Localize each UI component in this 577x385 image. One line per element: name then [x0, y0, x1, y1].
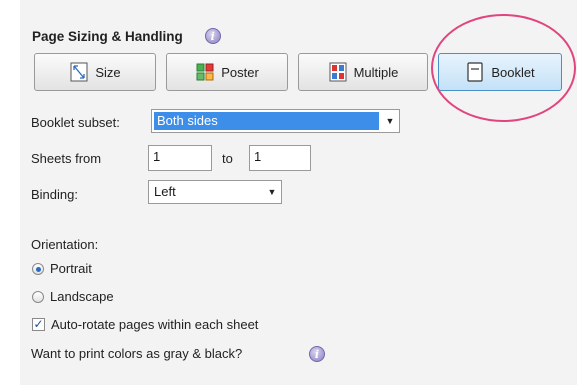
portrait-radio[interactable]: [32, 263, 44, 275]
sheets-to-label: to: [222, 151, 233, 166]
booklet-subset-select[interactable]: Both sides ▼: [151, 109, 400, 133]
portrait-label[interactable]: Portrait: [50, 261, 92, 276]
info-icon[interactable]: i: [309, 346, 325, 362]
multiple-icon: [329, 62, 347, 82]
landscape-label[interactable]: Landscape: [50, 289, 114, 304]
booklet-icon: [467, 62, 483, 82]
gray-print-question: Want to print colors as gray & black?: [31, 346, 243, 361]
landscape-radio[interactable]: [32, 291, 44, 303]
booklet-button[interactable]: Booklet: [438, 53, 562, 91]
booklet-subset-label: Booklet subset:: [31, 115, 120, 130]
orientation-label: Orientation:: [31, 237, 99, 252]
booklet-subset-value: Both sides: [157, 113, 218, 128]
dropdown-arrow-icon[interactable]: ▼: [381, 110, 399, 132]
multiple-button-label: Multiple: [353, 64, 399, 80]
sheets-from-label: Sheets from: [31, 151, 102, 166]
auto-rotate-label[interactable]: Auto-rotate pages within each sheet: [51, 317, 258, 332]
size-button[interactable]: Size: [34, 53, 156, 91]
binding-select[interactable]: Left ▼: [148, 180, 282, 204]
section-header: Page Sizing & Handling i: [32, 28, 221, 44]
sheets-to-input[interactable]: 1: [249, 145, 311, 171]
booklet-button-label: Booklet: [491, 64, 535, 80]
binding-label: Binding:: [31, 187, 78, 202]
size-button-label: Size: [95, 64, 121, 80]
poster-button[interactable]: Poster: [166, 53, 288, 91]
binding-value: Left: [154, 184, 176, 199]
size-icon: [70, 62, 88, 82]
poster-icon: [196, 63, 214, 81]
sheets-from-input[interactable]: 1: [148, 145, 212, 171]
page-sizing-panel: Page Sizing & Handling i Size Poster Mul…: [20, 0, 577, 385]
dropdown-arrow-icon[interactable]: ▼: [263, 181, 281, 203]
auto-rotate-checkbox[interactable]: ✓: [32, 318, 45, 331]
poster-button-label: Poster: [221, 64, 259, 80]
section-title: Page Sizing & Handling: [32, 28, 183, 44]
multiple-button[interactable]: Multiple: [298, 53, 428, 91]
info-icon[interactable]: i: [204, 28, 221, 44]
